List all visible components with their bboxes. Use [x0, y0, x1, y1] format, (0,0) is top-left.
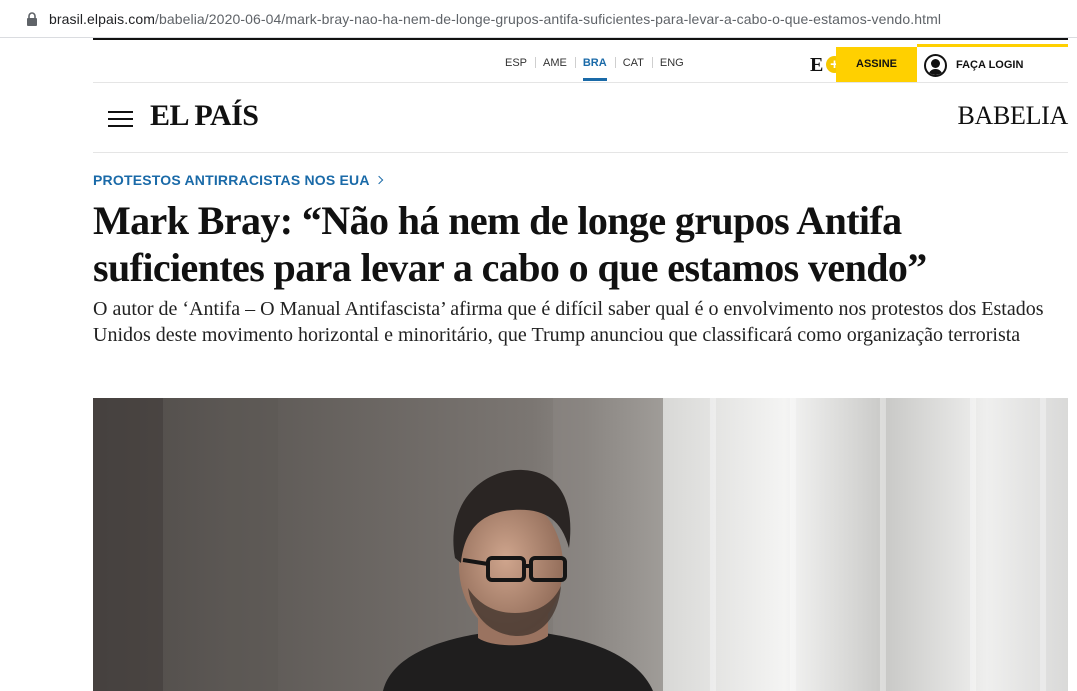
portrait-photo-image	[93, 398, 1068, 691]
url-host: brasil.elpais.com	[49, 11, 155, 27]
login-label: FAÇA LOGIN	[956, 59, 1024, 71]
edition-cat[interactable]: CAT	[614, 56, 652, 80]
kicker-label: PROTESTOS ANTIRRACISTAS NOS EUA	[93, 172, 370, 188]
article-subhead: O autor de ‘Antifa – O Manual Antifascis…	[93, 298, 1044, 346]
edition-nav: ESP AME BRA CAT ENG	[497, 56, 692, 81]
brand-mark: E	[810, 54, 824, 76]
article-lead-photo	[93, 398, 1068, 691]
section-name-babelia[interactable]: BABELIA	[957, 101, 1068, 131]
url-path: /babelia/2020-06-04/mark-bray-nao-ha-nem…	[154, 11, 942, 27]
login-button[interactable]: FAÇA LOGIN	[924, 53, 1023, 77]
lock-icon	[27, 12, 37, 26]
subscribe-button[interactable]: ASSINE	[836, 47, 917, 82]
el-pais-plus-logo[interactable]: E +	[810, 53, 843, 77]
el-pais-logo[interactable]: EL PAÍS	[150, 99, 259, 133]
user-icon	[924, 53, 947, 77]
browser-address-bar[interactable]: brasil.elpais.com/babelia/2020-06-04/mar…	[0, 0, 1077, 38]
login-top-rule	[917, 44, 1068, 47]
url-text[interactable]: brasil.elpais.com/babelia/2020-06-04/mar…	[49, 11, 941, 27]
edition-bra[interactable]: BRA	[574, 56, 615, 81]
header-divider	[93, 82, 1068, 83]
article-headline: Mark Bray: “Não há nem de longe grupos A…	[93, 198, 927, 290]
edition-esp[interactable]: ESP	[497, 56, 535, 80]
edition-ame[interactable]: AME	[535, 56, 575, 80]
top-rule	[93, 38, 1068, 40]
hamburger-menu-icon[interactable]	[108, 111, 133, 127]
masthead-divider	[93, 152, 1068, 153]
article-kicker-link[interactable]: PROTESTOS ANTIRRACISTAS NOS EUA	[93, 172, 383, 188]
chevron-right-icon	[374, 175, 383, 185]
edition-eng[interactable]: ENG	[651, 56, 692, 80]
